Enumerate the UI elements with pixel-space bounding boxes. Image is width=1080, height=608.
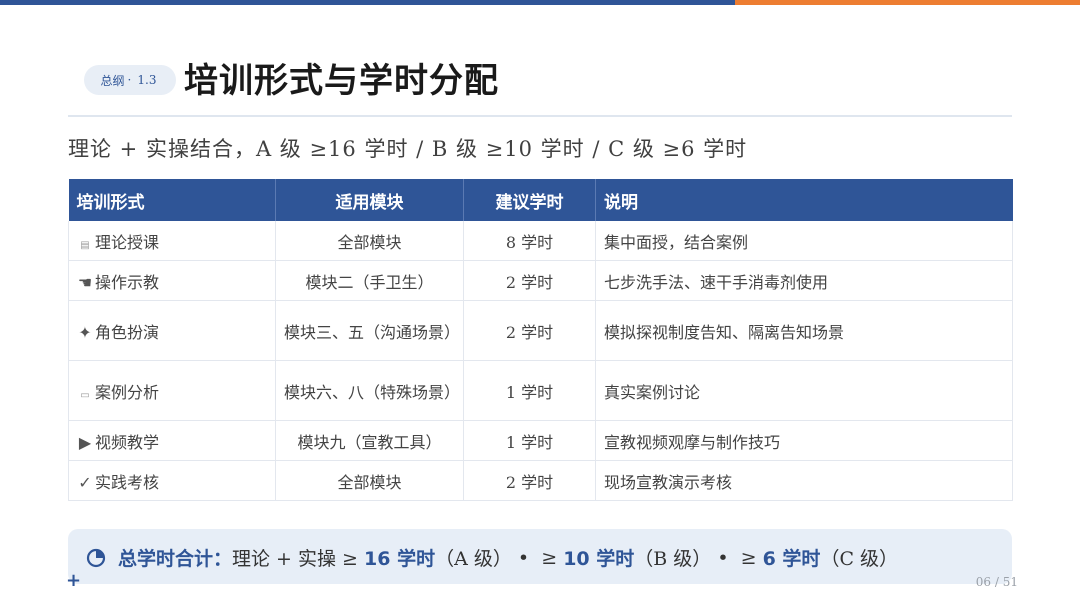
cell-form: ✦ 角色扮演 bbox=[68, 300, 276, 361]
form-label: 角色扮演 bbox=[95, 322, 160, 342]
col-header-desc: 说明 bbox=[595, 179, 1013, 221]
folder-icon: ▭ bbox=[80, 389, 90, 401]
cell-module: 模块六、八（特殊场景） bbox=[275, 360, 464, 421]
cell-form: ✓ 实践考核 bbox=[68, 460, 276, 501]
section-badge: 总纲 · 1.3 bbox=[84, 65, 176, 95]
summary-line: 总学时合计： 理论 + 实操 ≥ 16 学时 （A 级） • ≥ 10 学时 （B … bbox=[86, 544, 898, 571]
cell-form: ▶ 视频教学 bbox=[68, 420, 276, 461]
cell-form: ▤ 理论授课 bbox=[68, 221, 276, 261]
badge-section: 总纲 bbox=[100, 73, 125, 88]
summary-a-hours: 16 学时 bbox=[364, 548, 436, 570]
form-label: 操作示教 bbox=[95, 272, 160, 292]
cell-desc: 集中面授，结合案例 bbox=[595, 221, 1013, 261]
badge-number: 1.3 bbox=[137, 73, 157, 87]
table-row: ▤ 理论授课 全部模块 8 学时 集中面授，结合案例 bbox=[68, 221, 1013, 261]
summary-lead: 理论 + 实操 ≥ bbox=[232, 548, 358, 570]
cell-module: 模块九（宣教工具） bbox=[275, 420, 464, 461]
cell-desc: 真实案例讨论 bbox=[595, 360, 1013, 421]
cell-desc: 七步洗手法、速干手消毒剂使用 bbox=[595, 260, 1013, 301]
cell-module: 模块二（手卫生） bbox=[275, 260, 464, 301]
document-icon: ▤ bbox=[80, 239, 90, 251]
cell-hours: 1 学时 bbox=[463, 420, 596, 461]
cell-hours: 2 学时 bbox=[463, 460, 596, 501]
cell-hours: 2 学时 bbox=[463, 260, 596, 301]
pie-chart-icon bbox=[86, 548, 106, 567]
badge-separator: · bbox=[127, 73, 132, 87]
top-accent-bar bbox=[0, 0, 1080, 5]
summary-c-level: （C 级） bbox=[820, 548, 899, 570]
cell-desc: 模拟探视制度告知、隔离告知场景 bbox=[595, 300, 1013, 361]
summary-dot: • bbox=[517, 546, 530, 569]
summary-b-level: （B 级） bbox=[634, 548, 712, 570]
summary-b-prefix: ≥ bbox=[541, 546, 558, 569]
form-label: 视频教学 bbox=[95, 432, 160, 452]
table-row: ▭ 案例分析 模块六、八（特殊场景） 1 学时 真实案例讨论 bbox=[68, 360, 1013, 421]
cell-desc: 宣教视频观摩与制作技巧 bbox=[595, 420, 1013, 461]
summary-box: 总学时合计： 理论 + 实操 ≥ 16 学时 （A 级） • ≥ 10 学时 （B … bbox=[68, 529, 1012, 584]
table-row: ✓ 实践考核 全部模块 2 学时 现场宣教演示考核 bbox=[68, 460, 1013, 501]
page-number: 06 / 51 bbox=[975, 575, 1018, 589]
check-icon: ✓ bbox=[78, 472, 92, 492]
form-label: 实践考核 bbox=[95, 472, 160, 492]
top-bar-orange bbox=[735, 0, 1080, 5]
summary-dot: • bbox=[717, 546, 729, 569]
form-label: 案例分析 bbox=[95, 382, 160, 402]
cell-form: ▭ 案例分析 bbox=[68, 360, 276, 421]
cell-desc: 现场宣教演示考核 bbox=[595, 460, 1013, 501]
training-table: 培训形式 适用模块 建议学时 说明 ▤ 理论授课 全部模块 8 学时 集中面授，结… bbox=[68, 179, 1013, 501]
top-bar-blue bbox=[0, 0, 735, 5]
page-subtitle: 理论 + 实操结合，A 级 ≥16 学时 / B 级 ≥10 学时 / C 级 … bbox=[68, 137, 748, 161]
table-row: ☚ 操作示教 模块二（手卫生） 2 学时 七步洗手法、速干手消毒剂使用 bbox=[68, 260, 1013, 301]
col-header-module: 适用模块 bbox=[275, 179, 464, 221]
summary-b-hours: 10 学时 bbox=[563, 548, 635, 570]
cell-module: 全部模块 bbox=[275, 460, 464, 501]
plus-icon: + bbox=[66, 570, 82, 591]
sparkle-icon: ✦ bbox=[78, 322, 92, 342]
col-header-hours: 建议学时 bbox=[463, 179, 596, 221]
play-icon: ▶ bbox=[78, 432, 92, 452]
cell-hours: 2 学时 bbox=[463, 300, 596, 361]
cell-form: ☚ 操作示教 bbox=[68, 260, 276, 301]
title-divider bbox=[68, 115, 1012, 117]
cell-hours: 1 学时 bbox=[463, 360, 596, 421]
summary-a-level: （A 级） bbox=[435, 548, 512, 570]
summary-c-prefix: ≥ bbox=[740, 546, 757, 569]
cell-module: 全部模块 bbox=[275, 221, 464, 261]
hand-pointer-icon: ☚ bbox=[77, 272, 93, 292]
cell-module: 模块三、五（沟通场景） bbox=[275, 300, 464, 361]
cell-hours: 8 学时 bbox=[463, 221, 596, 261]
summary-label: 总学时合计： bbox=[118, 548, 233, 570]
table-row: ▶ 视频教学 模块九（宣教工具） 1 学时 宣教视频观摩与制作技巧 bbox=[68, 420, 1013, 461]
summary-c-hours: 6 学时 bbox=[762, 548, 821, 570]
table-header-row: 培训形式 适用模块 建议学时 说明 bbox=[68, 179, 1013, 221]
form-label: 理论授课 bbox=[95, 232, 160, 252]
page-title: 培训形式与学时分配 bbox=[184, 61, 499, 101]
col-header-form: 培训形式 bbox=[68, 179, 276, 221]
table-row: ✦ 角色扮演 模块三、五（沟通场景） 2 学时 模拟探视制度告知、隔离告知场景 bbox=[68, 300, 1013, 361]
